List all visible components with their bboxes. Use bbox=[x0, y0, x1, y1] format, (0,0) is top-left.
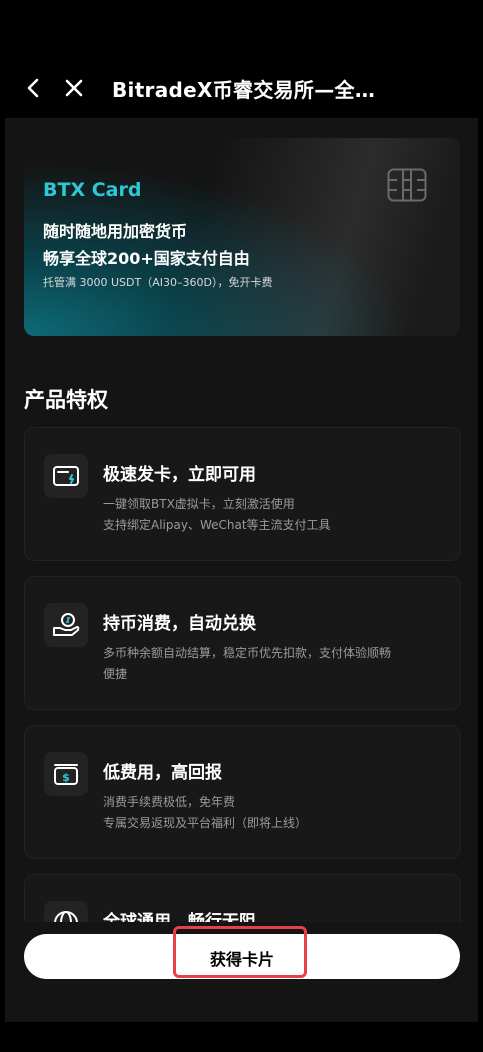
feature-description: 多币种余额自动结算，稳定币优先扣款，支付体验顺畅 便捷 bbox=[103, 643, 443, 685]
feature-card-fast-issue: 极速发卡，立即可用 一键领取BTX虚拟卡，立刻激活使用 支持绑定Alipay、W… bbox=[24, 427, 461, 561]
back-arrow-icon[interactable] bbox=[22, 76, 46, 100]
main-content: BTX Card 随时随地用加密货币 畅享全球200+国家支付自由 托管满 30… bbox=[5, 118, 478, 1022]
feature-description-line: 便捷 bbox=[103, 667, 128, 681]
coin-hand-icon bbox=[44, 603, 88, 647]
feature-title: 极速发卡，立即可用 bbox=[103, 465, 256, 485]
svg-text:$: $ bbox=[62, 771, 70, 784]
card-brand: BTX Card bbox=[43, 179, 142, 201]
feature-title: 持币消费，自动兑换 bbox=[103, 614, 256, 634]
bottom-action-bar: 获得卡片 bbox=[5, 922, 478, 1022]
feature-card-low-fee: $ 低费用，高回报 消费手续费极低，免年费 专属交易返现及平台福利（即将上线） bbox=[24, 725, 461, 859]
feature-description-line: 专属交易返现及平台福利（即将上线） bbox=[103, 816, 308, 830]
feature-description: 消费手续费极低，免年费 专属交易返现及平台福利（即将上线） bbox=[103, 792, 443, 834]
close-icon[interactable] bbox=[62, 76, 86, 100]
section-title: 产品特权 bbox=[24, 388, 108, 412]
top-navigation-bar: BitradeX币睿交易所—全… bbox=[0, 0, 483, 118]
card-subtext: 托管满 3000 USDT（AI30–360D），免开卡费 bbox=[43, 276, 273, 289]
card-chip-icon bbox=[387, 168, 427, 202]
wallet-dollar-icon: $ bbox=[44, 752, 88, 796]
feature-description-line: 支持绑定Alipay、WeChat等主流支付工具 bbox=[103, 518, 331, 532]
feature-description-line: 消费手续费极低，免年费 bbox=[103, 795, 236, 809]
feature-description: 一键领取BTX虚拟卡，立刻激活使用 支持绑定Alipay、WeChat等主流支付… bbox=[103, 494, 443, 536]
card-icon bbox=[44, 454, 88, 498]
highlight-box bbox=[173, 926, 307, 978]
page-title: BitradeX币睿交易所—全… bbox=[112, 78, 376, 102]
feature-description-line: 一键领取BTX虚拟卡，立刻激活使用 bbox=[103, 497, 295, 511]
feature-card-auto-convert: 持币消费，自动兑换 多币种余额自动结算，稳定币优先扣款，支付体验顺畅 便捷 bbox=[24, 576, 461, 710]
card-headline-2: 畅享全球200+国家支付自由 bbox=[43, 249, 250, 268]
card-headline-1: 随时随地用加密货币 bbox=[43, 222, 188, 241]
btx-card-banner: BTX Card 随时随地用加密货币 畅享全球200+国家支付自由 托管满 30… bbox=[24, 138, 460, 336]
feature-description-line: 多币种余额自动结算，稳定币优先扣款，支付体验顺畅 bbox=[103, 646, 392, 660]
feature-title: 低费用，高回报 bbox=[103, 763, 222, 783]
